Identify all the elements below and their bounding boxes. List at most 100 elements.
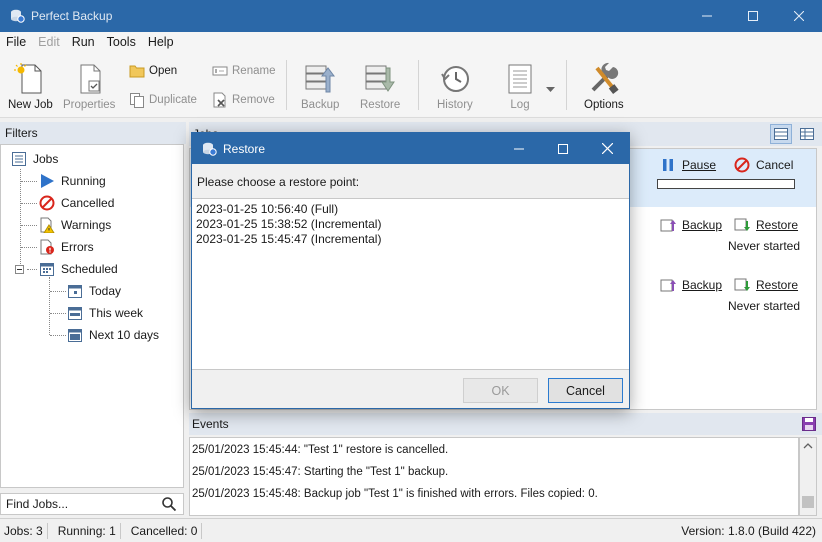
properties-icon	[80, 64, 101, 94]
ok-button[interactable]: OK	[463, 378, 538, 403]
tree-item-running[interactable]: Running	[39, 172, 106, 190]
toolbar-separator	[418, 60, 419, 110]
open-button[interactable]: Open	[129, 64, 177, 78]
new-job-button[interactable]: New Job	[8, 62, 53, 111]
pause-button[interactable]: Pause	[660, 157, 716, 173]
search-icon[interactable]	[161, 496, 177, 512]
open-label: Open	[149, 65, 178, 77]
title-bar: Perfect Backup	[0, 0, 822, 32]
duplicate-icon	[130, 93, 144, 108]
restore-icon	[734, 218, 750, 231]
job3-status: Never started	[728, 299, 801, 313]
remove-button[interactable]: Remove	[212, 92, 275, 108]
view-compact-button[interactable]	[770, 124, 792, 144]
properties-button[interactable]: Properties	[63, 62, 115, 111]
restore-prompt: Please choose a restore point:	[197, 175, 360, 189]
rename-icon	[212, 66, 228, 76]
menu-help[interactable]: Help	[142, 35, 180, 49]
menu-run[interactable]: Run	[66, 35, 101, 49]
status-cancelled: Cancelled: 0	[121, 522, 203, 539]
tree-label-running: Running	[61, 174, 106, 188]
tree-label-this-week: This week	[89, 306, 144, 320]
backup-button[interactable]: Backup	[301, 62, 339, 111]
backup-icon	[660, 219, 676, 232]
options-label: Options	[584, 99, 624, 111]
maximize-button[interactable]	[730, 0, 776, 32]
tree-item-scheduled[interactable]: Scheduled	[39, 260, 118, 278]
calendar-icon	[40, 263, 54, 276]
minimize-button[interactable]	[684, 0, 730, 32]
find-jobs-field[interactable]: Find Jobs...	[0, 493, 184, 515]
events-log: 25/01/2023 15:45:44: "Test 1" restore is…	[189, 437, 799, 516]
tree-item-this-week[interactable]: This week	[67, 304, 143, 322]
pause-label: Pause	[682, 158, 717, 172]
window-title: Perfect Backup	[31, 9, 113, 23]
job3-backup-link[interactable]: Backup	[660, 277, 722, 293]
dialog-close-button[interactable]	[585, 133, 629, 164]
backup-icon	[660, 279, 676, 292]
tree-label-next-10-days: Next 10 days	[89, 328, 160, 342]
list-view-icon	[774, 128, 788, 140]
restore-dialog-title-bar: Restore	[192, 133, 629, 164]
history-button[interactable]: History	[437, 62, 473, 111]
tree-item-next-10-days[interactable]: Next 10 days	[67, 326, 159, 344]
calendar-icon	[68, 329, 82, 342]
dialog-maximize-button[interactable]	[541, 133, 585, 164]
history-label: History	[437, 99, 473, 111]
tree-label-scheduled: Scheduled	[61, 262, 118, 276]
prohibited-icon	[734, 157, 750, 173]
cancel-button[interactable]: Cancel	[548, 378, 623, 403]
tree-item-warnings[interactable]: Warnings	[39, 216, 111, 234]
tools-icon	[591, 62, 619, 94]
app-icon	[203, 142, 217, 156]
close-button[interactable]	[776, 0, 822, 32]
cancel-job-button[interactable]: Cancel	[734, 157, 793, 173]
dialog-minimize-button[interactable]	[497, 133, 541, 164]
status-running: Running: 1	[48, 522, 121, 539]
events-scrollbar[interactable]	[799, 437, 817, 516]
tree-item-cancelled[interactable]: Cancelled	[39, 194, 114, 212]
menu-file[interactable]: File	[0, 35, 32, 49]
tree-label-warnings: Warnings	[61, 218, 112, 232]
save-icon[interactable]	[802, 417, 816, 431]
job2-backup-link[interactable]: Backup	[660, 217, 722, 233]
tree-item-errors[interactable]: Errors	[39, 238, 94, 256]
restore-point-item[interactable]: 2023-01-25 15:45:47 (Incremental)	[196, 232, 381, 246]
view-detail-button[interactable]	[796, 124, 818, 144]
scroll-up-arrow-icon[interactable]	[800, 440, 816, 452]
log-label: Log	[510, 99, 530, 111]
restore-point-item[interactable]: 2023-01-25 15:38:52 (Incremental)	[196, 217, 381, 231]
toolbar: New Job Properties Open Duplicate Rename…	[0, 52, 822, 118]
backup-label: Backup	[301, 99, 340, 111]
tree-item-today[interactable]: Today	[67, 282, 121, 300]
tree-collapse-toggle[interactable]	[15, 265, 24, 274]
tree-label-today: Today	[89, 284, 122, 298]
log-dropdown-arrow[interactable]	[546, 82, 555, 96]
detail-view-icon	[800, 128, 814, 140]
restore-point-list[interactable]: 2023-01-25 10:56:40 (Full) 2023-01-25 15…	[192, 198, 629, 370]
job3-restore-link[interactable]: Restore	[734, 277, 798, 293]
job2-restore-link[interactable]: Restore	[734, 217, 798, 233]
scroll-thumb[interactable]	[802, 496, 814, 508]
log-button[interactable]: Log	[503, 62, 537, 111]
options-button[interactable]: Options	[584, 62, 624, 111]
log-notebook-icon	[508, 64, 532, 94]
restore-icon	[365, 65, 396, 92]
filters-panel: Filters Jobs Running Cancelled Warnings	[0, 122, 186, 516]
folder-icon	[129, 65, 145, 78]
jobs-list-icon	[12, 152, 26, 166]
prohibited-icon	[39, 195, 55, 211]
menu-edit[interactable]: Edit	[32, 35, 66, 49]
restore-button[interactable]: Restore	[360, 62, 400, 111]
tree-item-jobs[interactable]: Jobs	[11, 150, 58, 168]
duplicate-button[interactable]: Duplicate	[129, 92, 197, 108]
play-icon	[41, 174, 54, 188]
rename-button[interactable]: Rename	[212, 64, 275, 78]
job-progress-bar	[657, 179, 795, 189]
restore-point-item[interactable]: 2023-01-25 10:56:40 (Full)	[196, 202, 338, 216]
restore-label: Restore	[360, 99, 401, 111]
toolbar-separator	[566, 60, 567, 110]
events-header: Events	[189, 413, 822, 435]
menu-tools[interactable]: Tools	[101, 35, 142, 49]
remove-label: Remove	[232, 94, 275, 106]
